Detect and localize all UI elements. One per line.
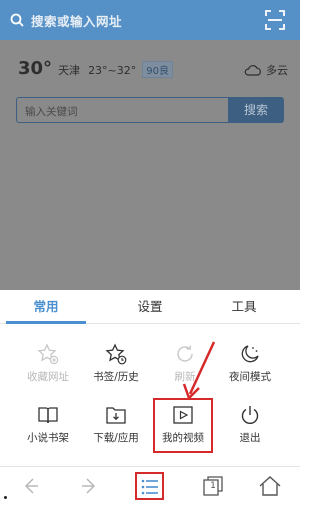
menu-item-label: 书签/历史 — [93, 371, 139, 383]
address-bar-placeholder: 搜索或输入网址 — [31, 13, 123, 29]
search-button[interactable]: 搜索 — [228, 97, 284, 123]
home-page-dimmed: 30° 天津 23°~32° 90良 多云 输入关键词 搜索 — [0, 40, 300, 290]
night-mode-icon — [241, 345, 259, 363]
tab-settings[interactable]: 设置 — [110, 290, 190, 324]
cloud-icon — [244, 65, 261, 76]
tab-common[interactable]: 常用 — [6, 290, 86, 324]
tab-tools[interactable]: 工具 — [204, 290, 284, 324]
back-icon[interactable] — [16, 472, 44, 500]
star-add-icon — [37, 343, 59, 365]
menu-item-exit[interactable]: 退出 — [215, 400, 285, 448]
menu-item-favorite[interactable]: 收藏网址 — [13, 339, 83, 387]
home-icon[interactable] — [256, 472, 284, 500]
menu-item-bookshelf[interactable]: 小说书架 — [13, 400, 83, 448]
browser-topbar: 搜索或输入网址 — [0, 0, 300, 40]
aqi-badge: 90良 — [142, 61, 174, 78]
stray-dot — [4, 496, 7, 499]
condition-text: 多云 — [266, 64, 288, 77]
menu-item-downloads[interactable]: 下载/应用 — [81, 400, 151, 448]
menu-item-label: 下载/应用 — [93, 432, 139, 444]
forward-icon[interactable] — [76, 472, 104, 500]
tab-count: 1 — [210, 481, 216, 491]
active-tab-indicator — [6, 321, 86, 324]
download-icon — [106, 407, 126, 424]
menu-item-label: 退出 — [239, 432, 261, 444]
temperature-range: 23°~32° — [88, 64, 137, 77]
address-bar[interactable]: 搜索或输入网址 — [10, 6, 260, 34]
keyword-search-input[interactable]: 输入关键词 — [16, 97, 228, 123]
red-arrow-annotation — [182, 341, 216, 400]
temperature: 30° — [18, 58, 53, 79]
city: 天津 — [58, 64, 81, 77]
bookmark-history-icon — [105, 343, 127, 365]
menu-item-night-mode[interactable]: 夜间模式 — [215, 339, 285, 387]
weather-widget[interactable]: 30° 天津 23°~32° 90良 — [18, 58, 174, 80]
menu-item-label: 小说书架 — [27, 432, 69, 444]
book-icon — [38, 407, 58, 424]
keyword-placeholder: 输入关键词 — [25, 106, 78, 118]
weather-condition: 多云 — [244, 62, 288, 78]
menu-tabs: 常用 设置 工具 — [0, 290, 300, 324]
menu-item-label: 夜间模式 — [229, 371, 271, 383]
menu-item-bookmarks-history[interactable]: 书签/历史 — [81, 339, 151, 387]
search-icon — [10, 13, 24, 27]
power-icon — [241, 406, 259, 424]
scan-icon[interactable] — [264, 9, 286, 31]
menu-highlight-box — [135, 472, 164, 500]
menu-item-label: 收藏网址 — [27, 371, 69, 383]
video-highlight-box — [153, 398, 213, 453]
